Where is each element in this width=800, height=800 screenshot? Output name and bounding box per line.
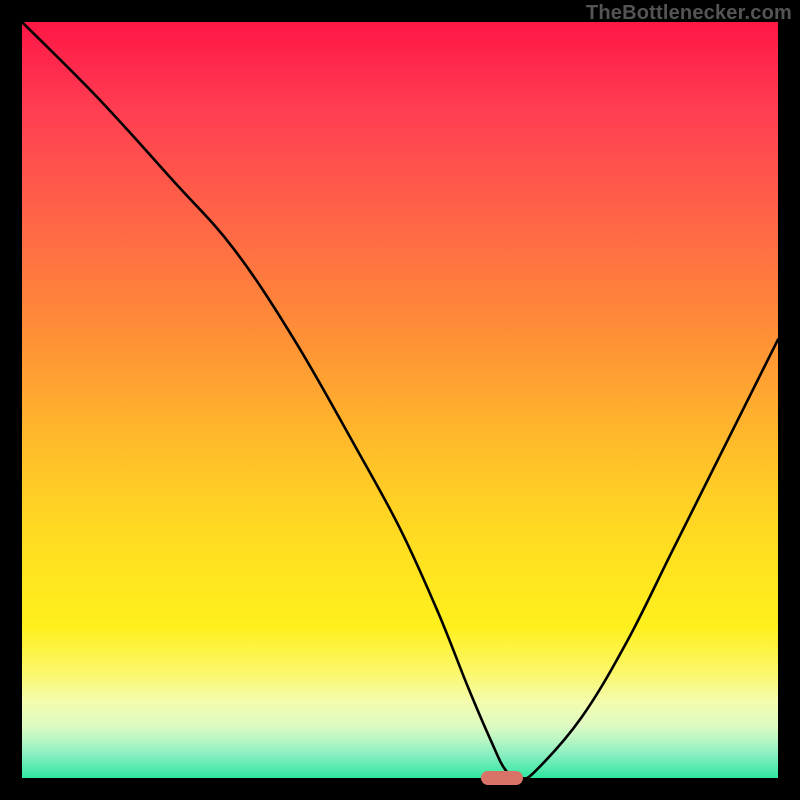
curve-svg — [22, 22, 778, 778]
optimal-marker — [481, 771, 523, 785]
attribution-text: TheBottlenecker.com — [586, 2, 792, 25]
chart-frame: TheBottlenecker.com — [0, 0, 800, 800]
plot-area — [22, 22, 778, 778]
bottleneck-curve — [22, 22, 778, 778]
